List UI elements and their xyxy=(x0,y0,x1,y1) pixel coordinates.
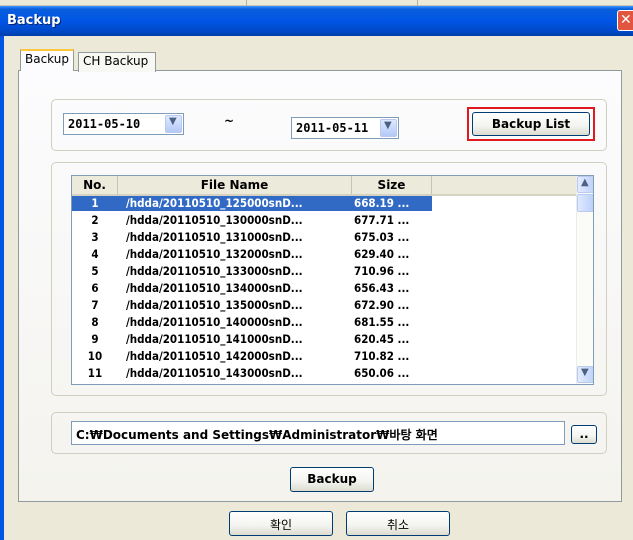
window-title: Backup xyxy=(7,13,61,28)
browse-button-label: .. xyxy=(579,427,589,441)
close-button[interactable]: ✕ xyxy=(617,10,633,31)
column-header-no[interactable]: No. xyxy=(72,176,118,194)
save-path-value: C:₩Documents and Settings₩Administrator₩… xyxy=(76,428,438,442)
cancel-button[interactable]: 취소 xyxy=(346,511,450,536)
start-date-select[interactable]: 2011-05-10 ▼ xyxy=(63,113,184,135)
backup-dialog: Backup ✕ Backup CH Backup 2011-05-10 ▼ ~… xyxy=(0,6,633,540)
scroll-up-button[interactable]: ▲ xyxy=(577,176,593,193)
chevron-down-icon: ▼ xyxy=(384,120,392,131)
save-path-field[interactable]: C:₩Documents and Settings₩Administrator₩… xyxy=(71,421,565,445)
end-date-dropdown-button[interactable]: ▼ xyxy=(380,119,397,137)
browse-button[interactable]: .. xyxy=(571,425,597,444)
table-row[interactable]: 1/hdda/20110510_125000snD... 668.19 ... xyxy=(72,196,432,211)
end-date-select[interactable]: 2011-05-11 ▼ xyxy=(291,117,399,139)
end-date-value: 2011-05-11 xyxy=(296,121,369,135)
tab-ch-backup-label: CH Backup xyxy=(83,54,149,68)
ok-button[interactable]: 확인 xyxy=(229,511,333,536)
window-frame-left xyxy=(0,36,4,540)
backup-list-button-label: Backup List xyxy=(491,117,571,131)
scroll-down-button[interactable]: ▼ xyxy=(577,366,593,383)
tab-panel-backup: 2011-05-10 ▼ ~ 2011-05-11 ▼ Backup List … xyxy=(18,70,622,502)
start-date-value: 2011-05-10 xyxy=(68,117,141,131)
backup-button-label: Backup xyxy=(307,472,357,486)
tab-backup[interactable]: Backup xyxy=(20,49,74,71)
backup-button[interactable]: Backup xyxy=(290,467,374,492)
cancel-button-label: 취소 xyxy=(386,518,410,532)
ok-button-label: 확인 xyxy=(269,518,293,532)
file-list-header: No. File Name Size xyxy=(72,176,577,196)
file-list[interactable]: No. File Name Size 1/hdda/20110510_12500… xyxy=(71,175,594,385)
tab-backup-label: Backup xyxy=(25,52,69,66)
column-header-file-name[interactable]: File Name xyxy=(118,176,352,194)
chevron-down-icon: ▼ xyxy=(169,116,177,127)
tab-ch-backup[interactable]: CH Backup xyxy=(78,52,156,72)
backup-list-button[interactable]: Backup List xyxy=(472,112,590,136)
date-range-separator: ~ xyxy=(224,114,235,128)
scrollbar-thumb[interactable] xyxy=(577,194,593,212)
vertical-scrollbar[interactable]: ▲ ▼ xyxy=(576,176,593,384)
close-icon: ✕ xyxy=(620,12,632,28)
scroll-up-arrow-icon: ▲ xyxy=(581,177,589,188)
scroll-down-arrow-icon: ▼ xyxy=(581,367,589,378)
column-header-size[interactable]: Size xyxy=(352,176,432,194)
start-date-dropdown-button[interactable]: ▼ xyxy=(165,115,182,133)
title-bar[interactable]: Backup ✕ xyxy=(0,6,633,36)
